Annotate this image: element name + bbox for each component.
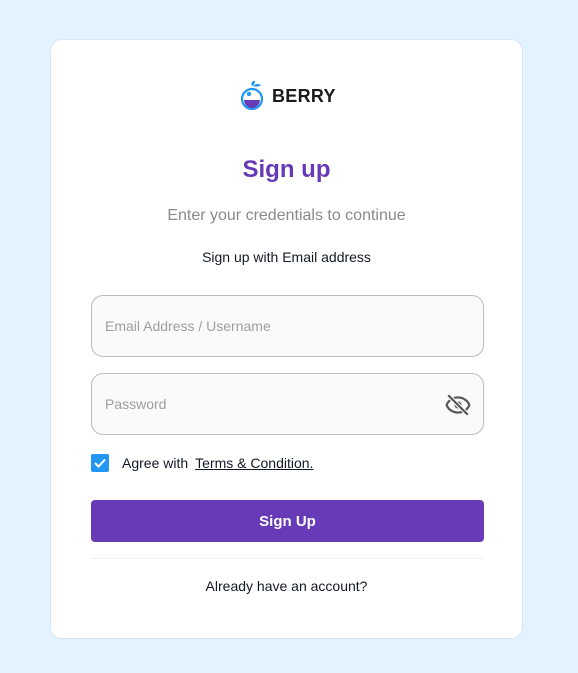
brand-logo[interactable]: BERRY xyxy=(240,80,336,112)
password-input[interactable] xyxy=(105,374,435,434)
signup-card: BERRY Sign up Enter your credentials to … xyxy=(50,39,523,639)
agree-row: Agree with Terms & Condition. xyxy=(91,453,313,473)
divider xyxy=(91,558,484,559)
eye-off-icon[interactable] xyxy=(445,392,471,418)
agree-label: Agree with xyxy=(122,455,189,471)
login-link[interactable]: Already have an account? xyxy=(51,578,522,594)
password-field[interactable] xyxy=(91,373,484,435)
berry-logo-icon xyxy=(240,80,266,112)
signup-method-label: Sign up with Email address xyxy=(202,249,371,265)
page-title: Sign up xyxy=(242,156,331,183)
terms-link[interactable]: Terms & Condition. xyxy=(195,455,313,471)
agree-checkbox[interactable] xyxy=(91,454,109,472)
email-field[interactable] xyxy=(91,295,484,357)
signup-button[interactable]: Sign Up xyxy=(91,500,484,542)
page-subtitle: Enter your credentials to continue xyxy=(167,207,406,224)
check-icon xyxy=(94,458,106,468)
email-input[interactable] xyxy=(105,296,435,356)
brand-name: BERRY xyxy=(272,85,336,106)
